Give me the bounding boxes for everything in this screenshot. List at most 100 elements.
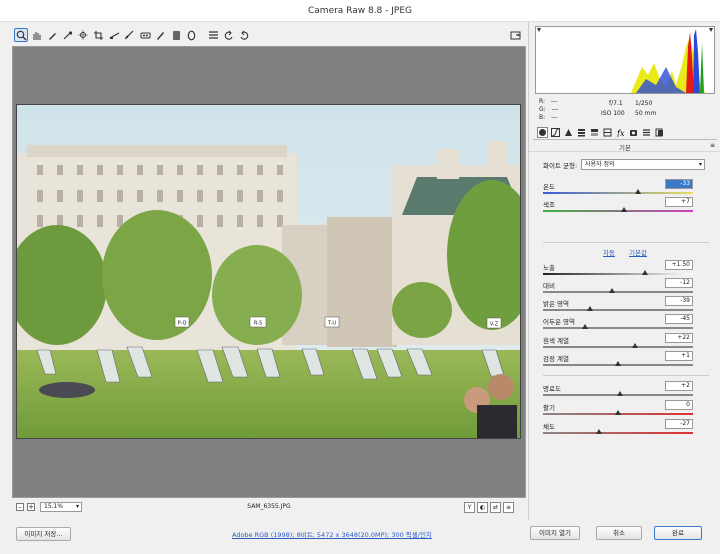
zoom-icon	[16, 30, 26, 40]
slider-value-input[interactable]: +7	[665, 197, 693, 207]
slider-thumb[interactable]	[595, 429, 602, 434]
snapshots-tab[interactable]	[654, 127, 665, 138]
slider-value-input[interactable]: -33	[665, 179, 693, 189]
auto-default-links: 자동 기본값	[529, 247, 720, 257]
adjustment-brush-tool-button[interactable]	[154, 28, 168, 42]
split-toning-icon	[591, 129, 598, 136]
color-sampler-tool-button[interactable]	[61, 28, 75, 42]
slider-track[interactable]	[543, 273, 693, 275]
camera-calibration-tab[interactable]	[628, 127, 639, 138]
slider-value-input[interactable]: 0	[665, 400, 693, 410]
slider-track[interactable]	[543, 192, 693, 194]
white-balance-select[interactable]: 사용자 정의 ▾	[581, 159, 705, 170]
slider-thumb[interactable]	[615, 361, 621, 366]
slider-track[interactable]	[543, 210, 693, 212]
tone-curve-tab[interactable]	[550, 127, 561, 138]
slider-value-input[interactable]: -12	[665, 278, 693, 288]
fullscreen-button[interactable]	[508, 28, 522, 42]
photo-preview[interactable]: P-Q R-S T-U V-Z	[16, 104, 521, 439]
slider-label: 노출	[543, 264, 555, 272]
slider-value-input[interactable]: -39	[665, 296, 693, 306]
slider-value-input[interactable]: -45	[665, 314, 693, 324]
effects-icon: fx	[616, 129, 625, 137]
adjustment-panel: R: --- G: --- B: --- f/7.1 1/250 ISO 100…	[528, 22, 720, 520]
effects-tab[interactable]: fx	[615, 127, 626, 138]
slider-label: 활기	[543, 404, 555, 412]
slider-track[interactable]	[543, 346, 693, 348]
b-label: B:	[539, 114, 546, 121]
save-image-button[interactable]: 이미지 저장...	[16, 527, 71, 541]
slider-thumb[interactable]	[582, 324, 588, 329]
done-button[interactable]: 완료	[654, 526, 702, 540]
graduated-filter-tool-button[interactable]	[169, 28, 183, 42]
slider-value-input[interactable]: -27	[665, 419, 693, 429]
shutter-value: 1/250	[635, 100, 653, 107]
slider-value-input[interactable]: +1	[665, 351, 693, 361]
cancel-button[interactable]: 취소	[596, 526, 642, 540]
detail-tab[interactable]	[563, 127, 574, 138]
section-title: 기본	[529, 142, 720, 152]
rotate-left-icon	[224, 30, 233, 40]
slider-label: 검정 계열	[543, 355, 569, 363]
straighten-tool-button[interactable]	[107, 28, 121, 42]
preferences-tool-button[interactable]	[206, 28, 220, 42]
slider-track[interactable]	[543, 327, 693, 329]
slider-value-input[interactable]: +22	[665, 333, 693, 343]
slider-thumb[interactable]	[616, 391, 623, 396]
slider-row: 검정 계열 +1	[543, 351, 695, 371]
basic-tab[interactable]	[537, 127, 548, 138]
auto-link[interactable]: 자동	[603, 249, 615, 257]
view-mode-button[interactable]: Y	[464, 502, 475, 513]
slider-thumb[interactable]	[609, 288, 615, 293]
zoom-tool-button[interactable]	[14, 28, 28, 42]
divider	[543, 375, 709, 376]
targeted-adjustment-tool-button[interactable]	[76, 28, 90, 42]
settings-button[interactable]: ≡	[503, 502, 514, 513]
hand-tool-button[interactable]	[30, 28, 44, 42]
rotate-right-tool-button[interactable]	[237, 28, 251, 42]
before-after-button[interactable]: ◐	[477, 502, 488, 513]
image-preview-area[interactable]: P-Q R-S T-U V-Z	[12, 46, 526, 498]
hand-icon	[33, 31, 41, 40]
panel-menu-icon[interactable]: ≡	[710, 142, 715, 149]
photo-image: P-Q R-S T-U V-Z	[17, 105, 520, 438]
red-eye-icon	[140, 32, 150, 38]
slider-label: 흰색 계열	[543, 337, 569, 345]
slider-track[interactable]	[543, 309, 693, 311]
slider-label: 명료도	[543, 385, 561, 393]
slider-track[interactable]	[543, 291, 693, 293]
slider-row: 활기 0	[543, 400, 695, 420]
rotate-left-tool-button[interactable]	[222, 28, 236, 42]
slider-value-input[interactable]: +2	[665, 381, 693, 391]
preferences-icon	[208, 30, 218, 39]
slider-thumb[interactable]	[634, 189, 641, 194]
slider-track[interactable]	[543, 432, 693, 434]
slider-value-input[interactable]: +1.50	[665, 260, 693, 270]
hsl-icon	[578, 129, 585, 137]
presets-tab[interactable]	[641, 127, 652, 138]
lens-corrections-tab[interactable]	[602, 127, 613, 138]
slider-row: 명료도 +2	[543, 381, 695, 401]
slider-thumb[interactable]	[621, 207, 627, 212]
spot-removal-tool-button[interactable]	[123, 28, 137, 42]
white-balance-tool-button[interactable]	[45, 28, 59, 42]
workflow-options-link[interactable]: Adobe RGB (1998); 8비트; 5472 x 3648(20.0M…	[232, 529, 432, 539]
crop-tool-button[interactable]	[92, 28, 106, 42]
swap-button[interactable]: ⇄	[490, 502, 501, 513]
r-value: ---	[550, 98, 558, 105]
straighten-icon	[109, 31, 119, 39]
slider-thumb[interactable]	[642, 270, 648, 275]
radial-filter-icon	[187, 30, 196, 40]
radial-filter-tool-button[interactable]	[185, 28, 199, 42]
slider-thumb[interactable]	[631, 343, 638, 348]
open-image-button[interactable]: 이미지 열기	[530, 526, 580, 540]
slider-thumb[interactable]	[615, 410, 621, 415]
split-toning-tab[interactable]	[589, 127, 600, 138]
basic-icon	[539, 129, 546, 136]
red-eye-tool-button[interactable]	[138, 28, 152, 42]
r-label: R:	[539, 98, 546, 105]
slider-thumb[interactable]	[586, 306, 593, 311]
detail-icon	[565, 129, 572, 136]
hsl-tab[interactable]	[576, 127, 587, 138]
default-link[interactable]: 기본값	[629, 249, 647, 257]
